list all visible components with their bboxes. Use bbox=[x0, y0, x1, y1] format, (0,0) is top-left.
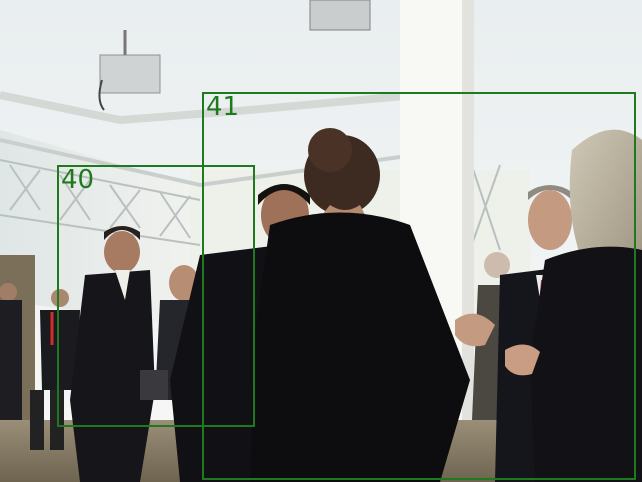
ceiling-fixture bbox=[309, 0, 371, 31]
person-far-left bbox=[0, 283, 22, 420]
detection-label: 40 bbox=[61, 165, 95, 195]
detection-label: 41 bbox=[206, 92, 240, 122]
photo-frame: 40 41 bbox=[0, 0, 642, 482]
detection-box: 41 bbox=[202, 92, 636, 480]
